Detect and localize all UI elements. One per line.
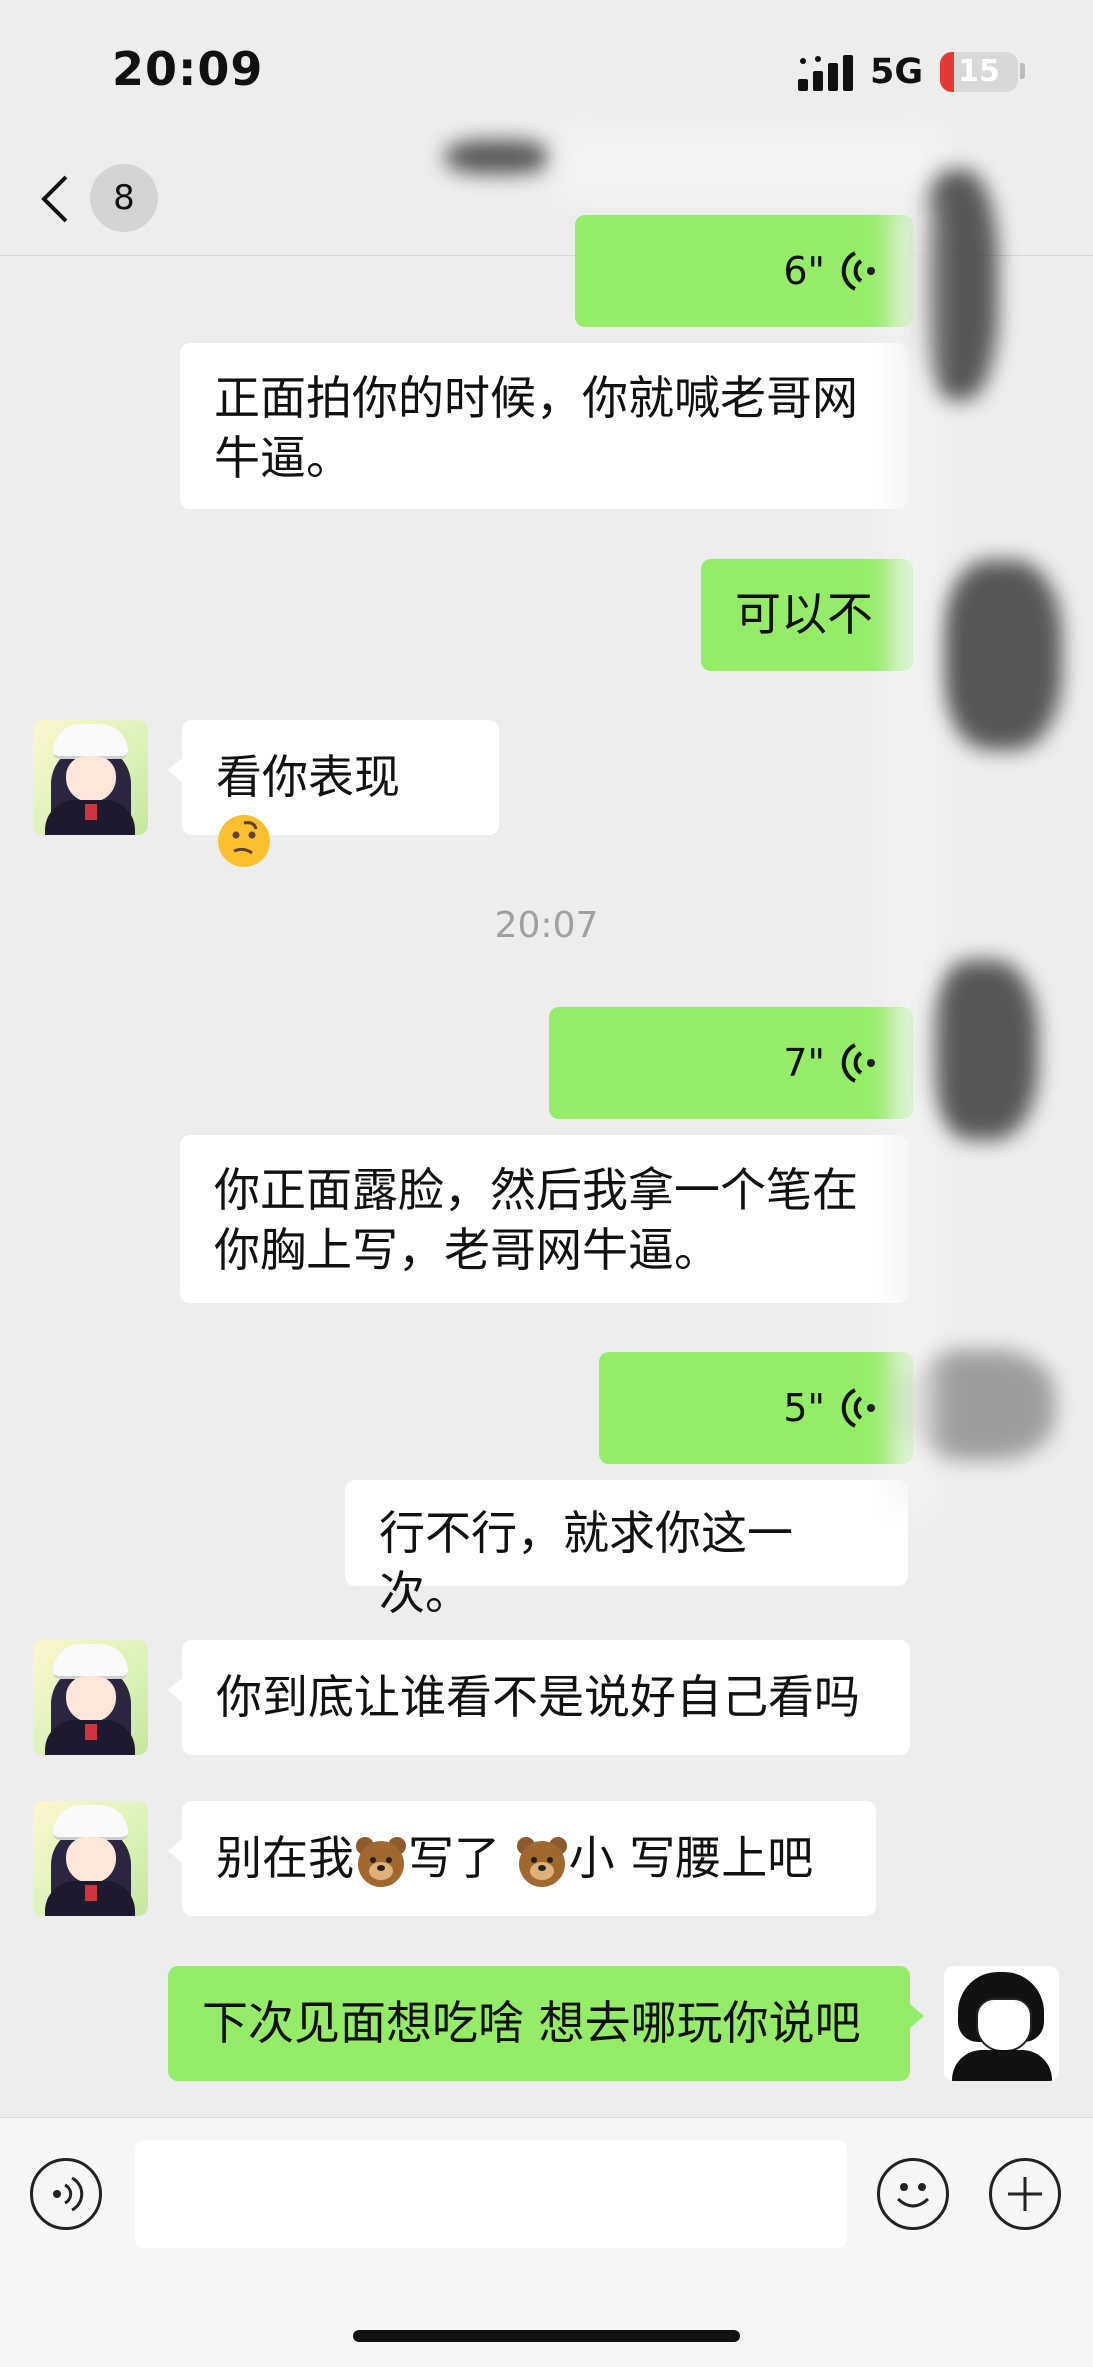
redacted-avatar xyxy=(928,960,1038,1140)
voice-wave-icon xyxy=(841,1388,875,1428)
bear-face-emoji xyxy=(356,1836,406,1887)
message-bubble[interactable]: 下次见面想吃啥 想去哪玩你说吧 xyxy=(168,1966,924,2081)
message-bubble[interactable]: 行不行，就求你这一次。 xyxy=(345,1480,908,1620)
voice-duration: 7" xyxy=(783,1041,825,1085)
message-text: 行不行，就求你这一次。 xyxy=(379,1506,793,1620)
message-text: 你到底让谁看不是说好自己看吗 xyxy=(216,1670,860,1724)
home-indicator[interactable] xyxy=(353,2330,740,2342)
message-input[interactable] xyxy=(135,2140,847,2248)
message-bubble[interactable]: 你到底让谁看不是说好自己看吗 xyxy=(168,1640,910,1755)
voice-message[interactable]: 6" xyxy=(575,215,913,327)
voice-input-button[interactable] xyxy=(30,2158,102,2230)
message-text: 正面拍你的时候，你就喊老哥网牛逼。 xyxy=(214,371,858,485)
status-time: 20:09 xyxy=(112,42,264,96)
redaction-overlay xyxy=(560,130,940,200)
emoji-button[interactable] xyxy=(877,2158,949,2230)
network-type: 5G xyxy=(870,52,924,92)
battery-icon: 15 xyxy=(940,52,1018,92)
plus-icon xyxy=(1008,2177,1042,2211)
emoji-icon xyxy=(896,2183,930,2208)
contact-avatar[interactable] xyxy=(33,1640,148,1755)
voice-message[interactable]: 5" xyxy=(599,1352,913,1464)
message-text: 可以不 xyxy=(735,587,873,641)
message-bubble[interactable]: 别在我 写了 小 写腰上吧 xyxy=(168,1801,876,1916)
voice-message[interactable]: 7" xyxy=(549,1007,913,1119)
voice-duration: 6" xyxy=(783,249,825,293)
my-avatar[interactable] xyxy=(944,1966,1059,2081)
bear-face-emoji xyxy=(516,1836,567,1887)
more-actions-button[interactable] xyxy=(989,2158,1061,2230)
message-text: 看你表现 xyxy=(216,750,400,804)
thinking-face-emoji xyxy=(218,814,270,867)
message-bubble[interactable]: 正面拍你的时候，你就喊老哥网牛逼。 xyxy=(180,343,908,509)
voice-wave-icon xyxy=(841,1043,875,1083)
contact-avatar[interactable] xyxy=(33,720,148,835)
signal-strength-icon xyxy=(798,55,853,91)
redacted-contact-name xyxy=(445,140,550,174)
unread-count-badge: 8 xyxy=(90,164,158,232)
battery-level: 15 xyxy=(958,54,1000,89)
redacted-avatar xyxy=(942,560,1062,750)
message-text-segment: 小 写腰上吧 xyxy=(568,1831,814,1885)
battery-tip xyxy=(1020,63,1025,79)
redaction-overlay xyxy=(892,200,932,1510)
message-bubble[interactable]: 你正面露脸，然后我拿一个笔在你胸上写，老哥网牛逼。 xyxy=(180,1135,908,1303)
voice-duration: 5" xyxy=(783,1386,825,1430)
back-button[interactable]: 8 xyxy=(40,162,160,234)
voice-wave-icon xyxy=(841,251,875,291)
status-bar: 20:09 5G 15 xyxy=(0,0,1093,140)
message-text-segment: 写了 xyxy=(408,1831,515,1885)
chevron-left-icon xyxy=(41,175,68,223)
voice-icon xyxy=(53,2176,84,2212)
message-text-segment: 别在我 xyxy=(216,1831,354,1885)
message-text: 下次见面想吃啥 想去哪玩你说吧 xyxy=(202,1996,861,2050)
message-text: 你正面露脸，然后我拿一个笔在你胸上写，老哥网牛逼。 xyxy=(214,1163,858,1277)
message-bubble[interactable]: 看你表现 xyxy=(168,720,499,867)
contact-avatar[interactable] xyxy=(33,1801,148,1916)
message-bubble[interactable]: 可以不 xyxy=(701,559,913,671)
